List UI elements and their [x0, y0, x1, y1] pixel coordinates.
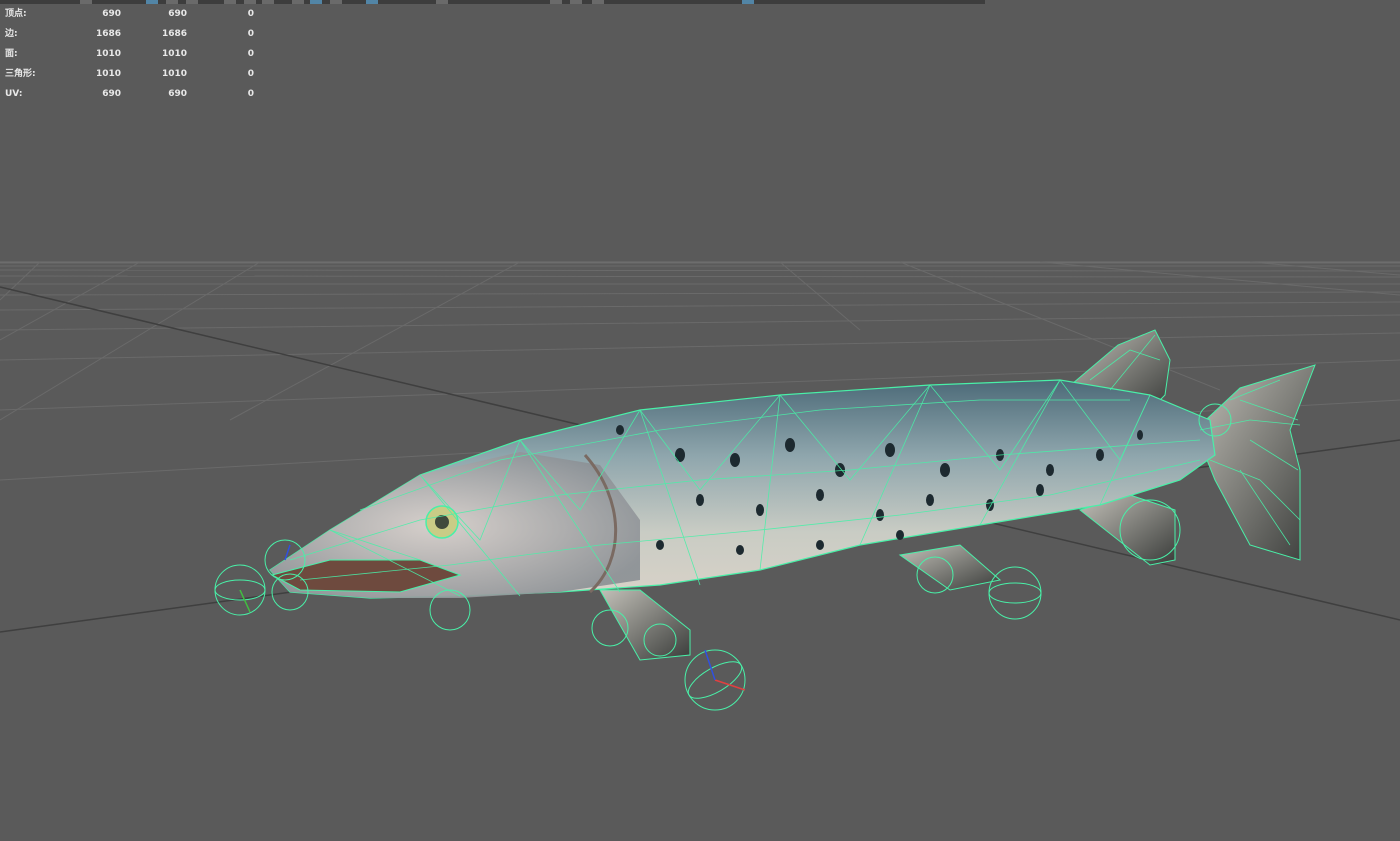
tail-fin	[1194, 364, 1316, 561]
pelvic-fin	[898, 544, 1002, 591]
hud-value-selected: 1686	[161, 29, 187, 39]
hud-value-object: 1010	[95, 69, 121, 79]
hud-value-object: 1010	[95, 49, 121, 59]
hud-value-selected: 690	[168, 9, 187, 19]
hud-label: UV:	[5, 89, 23, 99]
viewport-scene[interactable]	[0, 0, 1400, 841]
hud-value-selected: 1010	[161, 69, 187, 79]
hud-label: 边:	[5, 29, 18, 39]
hud-row-triangles: 三角形: 1010 1010 0	[5, 64, 255, 84]
hud-label: 三角形:	[5, 69, 36, 79]
poly-count-hud: 顶点: 690 690 0 边: 1686 1686 0 面: 1010 101…	[5, 4, 255, 104]
hud-row-vertices: 顶点: 690 690 0	[5, 4, 255, 24]
pike-fish-model[interactable]	[214, 329, 1316, 711]
hud-value-component: 0	[247, 89, 254, 99]
3d-viewport[interactable]: 顶点: 690 690 0 边: 1686 1686 0 面: 1010 101…	[0, 0, 1400, 841]
hud-value-component: 0	[247, 49, 254, 59]
hud-value-component: 0	[247, 9, 254, 19]
hud-row-edges: 边: 1686 1686 0	[5, 24, 255, 44]
hud-value-object: 690	[102, 89, 121, 99]
hud-value-object: 1686	[95, 29, 121, 39]
hud-value-component: 0	[247, 29, 254, 39]
hud-label: 面:	[5, 49, 18, 59]
hud-row-faces: 面: 1010 1010 0	[5, 44, 255, 64]
hud-value-object: 690	[102, 9, 121, 19]
hud-value-selected: 690	[168, 89, 187, 99]
hud-label: 顶点:	[5, 9, 27, 19]
pectoral-fin	[599, 589, 691, 661]
hud-value-component: 0	[247, 69, 254, 79]
hud-value-selected: 1010	[161, 49, 187, 59]
hud-row-uvs: UV: 690 690 0	[5, 84, 255, 104]
